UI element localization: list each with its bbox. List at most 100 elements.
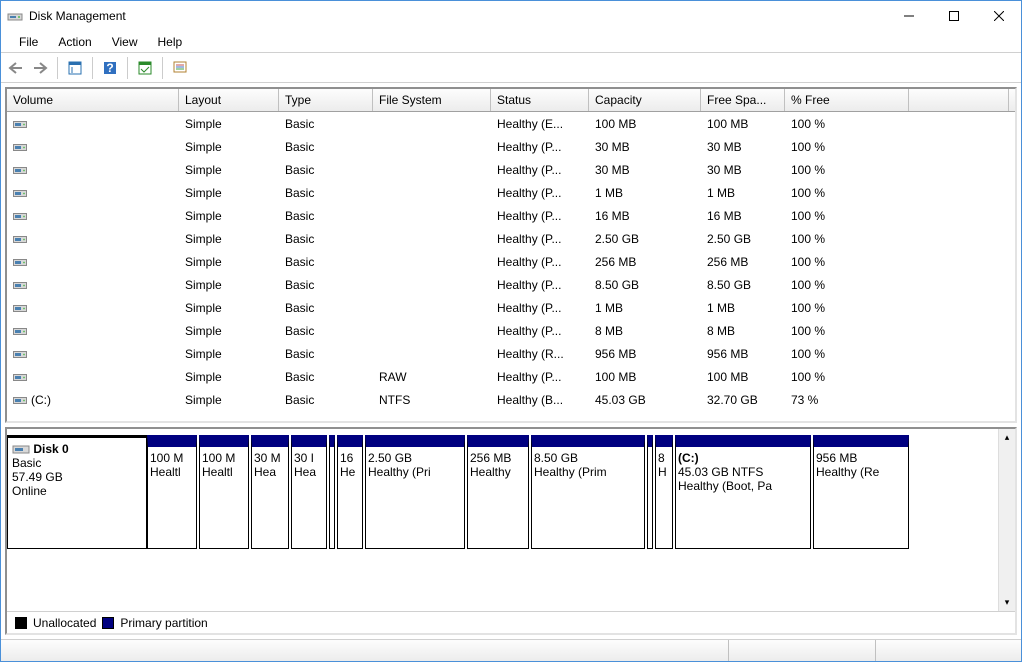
cell-layout: Simple [179,227,279,250]
cell-capacity: 30 MB [589,158,701,181]
cell-status: Healthy (P... [491,273,589,296]
cell-blank [909,342,1009,365]
cell-blank [909,319,1009,342]
help-button[interactable]: ? [99,57,121,79]
disk-graphic-pane: Disk 0 Basic 57.49 GB Online 100 MHealtl… [5,427,1017,635]
menu-view[interactable]: View [102,33,148,51]
cell-volume [7,342,179,365]
cell-status: Healthy (P... [491,227,589,250]
cell-free: 32.70 GB [701,388,785,411]
cell-type: Basic [279,158,373,181]
cell-pct: 100 % [785,250,909,273]
column-header-pct[interactable]: % Free [785,89,909,111]
cell-volume [7,158,179,181]
partition[interactable]: 16He [337,435,363,549]
disk-row[interactable]: Disk 0 Basic 57.49 GB Online 100 MHealtl… [7,429,998,549]
cell-type: Basic [279,273,373,296]
properties-button[interactable] [169,57,191,79]
cell-free: 8.50 GB [701,273,785,296]
settings-button[interactable] [134,57,156,79]
forward-button[interactable] [29,57,51,79]
cell-layout: Simple [179,204,279,227]
cell-capacity: 8 MB [589,319,701,342]
vertical-scrollbar[interactable]: ▴ ▾ [998,429,1015,611]
partition[interactable] [647,435,653,549]
table-row[interactable]: SimpleBasicHealthy (P...8 MB8 MB100 % [7,319,1015,342]
partition[interactable]: 100 MHealtl [199,435,249,549]
table-row[interactable]: SimpleBasicHealthy (P...256 MB256 MB100 … [7,250,1015,273]
table-row[interactable]: SimpleBasicHealthy (P...1 MB1 MB100 % [7,296,1015,319]
menu-action[interactable]: Action [48,33,101,51]
partition[interactable] [329,435,335,549]
cell-capacity: 100 MB [589,365,701,388]
cell-blank [909,112,1009,135]
partition[interactable]: 100 MHealtl [147,435,197,549]
disk-info[interactable]: Disk 0 Basic 57.49 GB Online [7,435,147,549]
cell-free: 256 MB [701,250,785,273]
partition[interactable]: 8H [655,435,673,549]
back-button[interactable] [5,57,27,79]
column-header-blank[interactable] [909,89,1009,111]
table-row[interactable]: SimpleBasicRAWHealthy (P...100 MB100 MB1… [7,365,1015,388]
column-header-fs[interactable]: File System [373,89,491,111]
cell-layout: Simple [179,273,279,296]
close-button[interactable] [976,1,1021,31]
cell-status: Healthy (P... [491,204,589,227]
table-row[interactable]: (C:)SimpleBasicNTFSHealthy (B...45.03 GB… [7,388,1015,411]
cell-fs [373,112,491,135]
column-header-type[interactable]: Type [279,89,373,111]
column-header-capacity[interactable]: Capacity [589,89,701,111]
table-row[interactable]: SimpleBasicHealthy (P...30 MB30 MB100 % [7,135,1015,158]
cell-layout: Simple [179,112,279,135]
cell-status: Healthy (P... [491,250,589,273]
table-row[interactable]: SimpleBasicHealthy (R...956 MB956 MB100 … [7,342,1015,365]
scroll-up-button[interactable]: ▴ [999,429,1015,446]
table-row[interactable]: SimpleBasicHealthy (E...100 MB100 MB100 … [7,112,1015,135]
cell-type: Basic [279,204,373,227]
cell-capacity: 1 MB [589,181,701,204]
cell-volume: (C:) [7,388,179,411]
table-row[interactable]: SimpleBasicHealthy (P...16 MB16 MB100 % [7,204,1015,227]
cell-type: Basic [279,250,373,273]
toolbar: ? [1,53,1021,83]
cell-pct: 100 % [785,273,909,296]
partition[interactable]: 2.50 GBHealthy (Pri [365,435,465,549]
cell-pct: 100 % [785,319,909,342]
column-header-free[interactable]: Free Spa... [701,89,785,111]
menu-help[interactable]: Help [148,33,193,51]
minimize-button[interactable] [886,1,931,31]
volume-rows: SimpleBasicHealthy (E...100 MB100 MB100 … [7,112,1015,411]
partition[interactable]: 8.50 GBHealthy (Prim [531,435,645,549]
column-header-status[interactable]: Status [491,89,589,111]
disk-type: Basic [12,456,41,470]
cell-layout: Simple [179,388,279,411]
cell-capacity: 16 MB [589,204,701,227]
cell-type: Basic [279,319,373,342]
table-row[interactable]: SimpleBasicHealthy (P...2.50 GB2.50 GB10… [7,227,1015,250]
partition[interactable]: 256 MBHealthy [467,435,529,549]
cell-volume [7,204,179,227]
cell-volume [7,181,179,204]
cell-fs [373,204,491,227]
column-header-layout[interactable]: Layout [179,89,279,111]
partition[interactable]: 956 MBHealthy (Re [813,435,909,549]
cell-fs: RAW [373,365,491,388]
cell-volume [7,296,179,319]
table-row[interactable]: SimpleBasicHealthy (P...1 MB1 MB100 % [7,181,1015,204]
maximize-button[interactable] [931,1,976,31]
cell-capacity: 256 MB [589,250,701,273]
cell-volume [7,135,179,158]
table-row[interactable]: SimpleBasicHealthy (P...30 MB30 MB100 % [7,158,1015,181]
partition[interactable]: 30 MHea [251,435,289,549]
menu-file[interactable]: File [9,33,48,51]
refresh-button[interactable] [64,57,86,79]
column-header-volume[interactable]: Volume [7,89,179,111]
partition[interactable]: (C:)45.03 GB NTFSHealthy (Boot, Pa [675,435,811,549]
partition[interactable]: 30 IHea [291,435,327,549]
table-row[interactable]: SimpleBasicHealthy (P...8.50 GB8.50 GB10… [7,273,1015,296]
scroll-down-button[interactable]: ▾ [999,594,1015,611]
cell-free: 100 MB [701,365,785,388]
cell-blank [909,227,1009,250]
cell-volume [7,365,179,388]
cell-capacity: 8.50 GB [589,273,701,296]
